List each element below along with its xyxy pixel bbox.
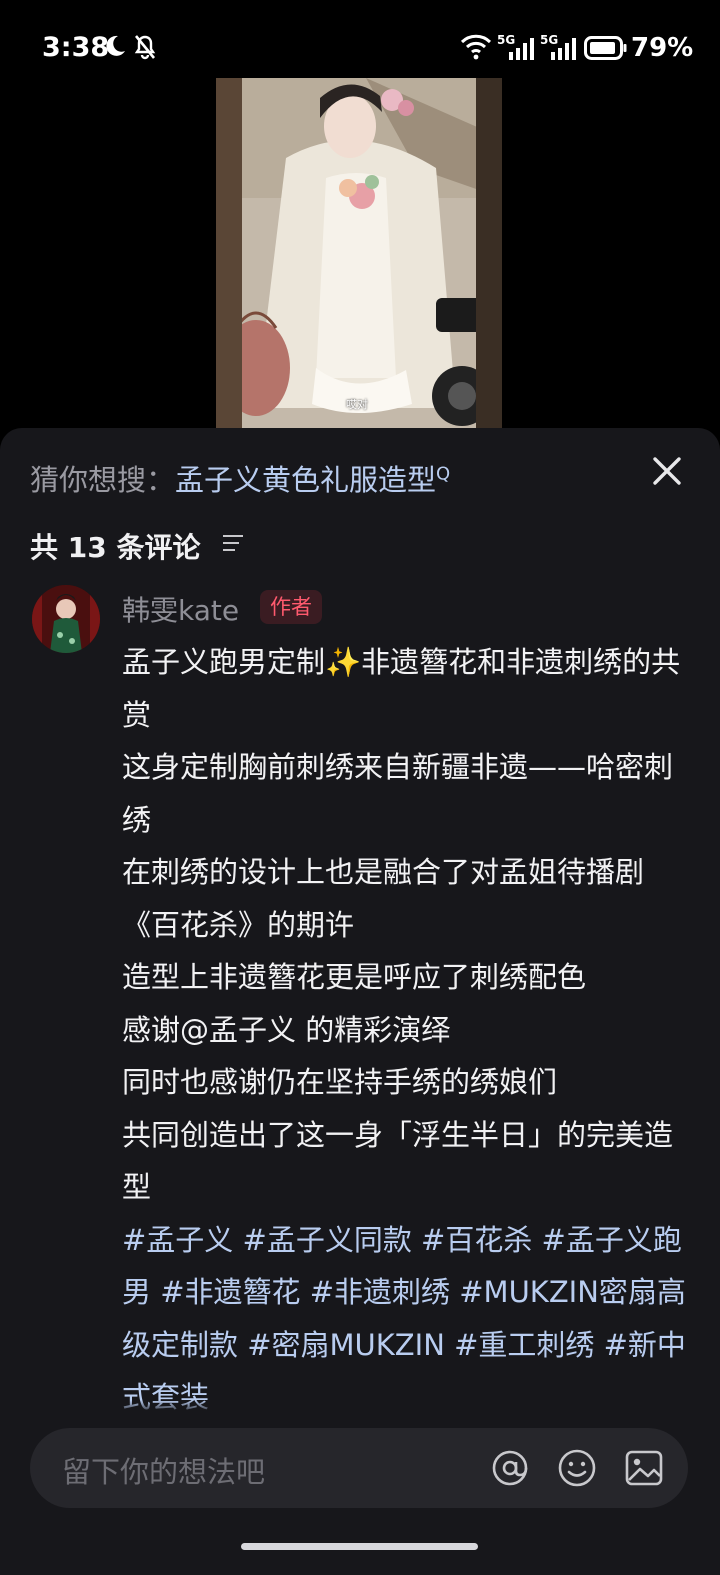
mention-icon[interactable]	[490, 1448, 530, 1488]
sort-filter-icon[interactable]	[222, 533, 244, 553]
comment-text: 孟子义跑男定制✨非遗簪花和非遗刺绣的共赏 这身定制胸前刺绣来自新疆非遗——哈密刺…	[122, 636, 697, 1412]
home-indicator[interactable]	[241, 1543, 478, 1550]
emoji-icon[interactable]	[557, 1448, 597, 1488]
suggestion-keyword[interactable]: 孟子义黄色礼服造型	[175, 463, 436, 497]
close-icon[interactable]	[648, 452, 686, 490]
video-image	[216, 78, 502, 430]
search-icon: Q	[436, 463, 451, 485]
signal-icon	[509, 38, 534, 60]
search-suggestion[interactable]: 猜你想搜：孟子义黄色礼服造型Q	[30, 457, 450, 499]
video-frame[interactable]	[216, 78, 502, 430]
comment-line: 造型上非遗簪花更是呼应了刺绣配色	[122, 960, 587, 994]
comment-line: 共同创造出了这一身「浮生半日」的完美造型	[122, 1117, 674, 1205]
comment-input-placeholder: 留下你的想法吧	[62, 1455, 266, 1489]
bell-muted-icon	[134, 35, 156, 60]
video-side-left	[216, 78, 242, 430]
author-badge: 作者	[260, 590, 322, 624]
comment-line: 孟子义跑男定制✨非遗簪花和非遗刺绣的共赏	[122, 645, 681, 732]
video-side-right	[476, 78, 502, 430]
moon-icon	[106, 35, 125, 56]
battery-icon	[584, 36, 627, 60]
comment-scroll-area[interactable]: 孟子义跑男定制✨非遗簪花和非遗刺绣的共赏 这身定制胸前刺绣来自新疆非遗——哈密刺…	[0, 636, 720, 1412]
comment-line: 在刺绣的设计上也是融合了对孟姐待播剧《百花杀》的期许	[122, 855, 645, 942]
comment-author[interactable]: 韩雯kate	[122, 589, 239, 629]
video-subtitle: 哎对	[346, 398, 368, 411]
image-icon[interactable]	[624, 1448, 664, 1488]
comment-count: 共 13 条评论	[30, 531, 201, 564]
comment-line: 感谢@孟子义 的精彩演绎	[122, 1012, 451, 1047]
status-time: 3:38	[42, 32, 110, 63]
signal-icon	[551, 38, 576, 60]
comment-line: 这身定制胸前刺绣来自新疆非遗——哈密刺绣	[122, 750, 674, 837]
wifi-icon	[460, 34, 492, 60]
battery-percent: 79%	[631, 33, 694, 63]
suggestion-prefix: 猜你想搜：	[30, 463, 176, 497]
comment-line: 同时也感谢仍在坚持手绣的绣娘们	[122, 1065, 558, 1099]
comment-hashtags[interactable]: #孟子义 #孟子义同款 #百花杀 #孟子义跑男 #非遗簪花 #非遗刺绣 #MUK…	[122, 1214, 697, 1413]
